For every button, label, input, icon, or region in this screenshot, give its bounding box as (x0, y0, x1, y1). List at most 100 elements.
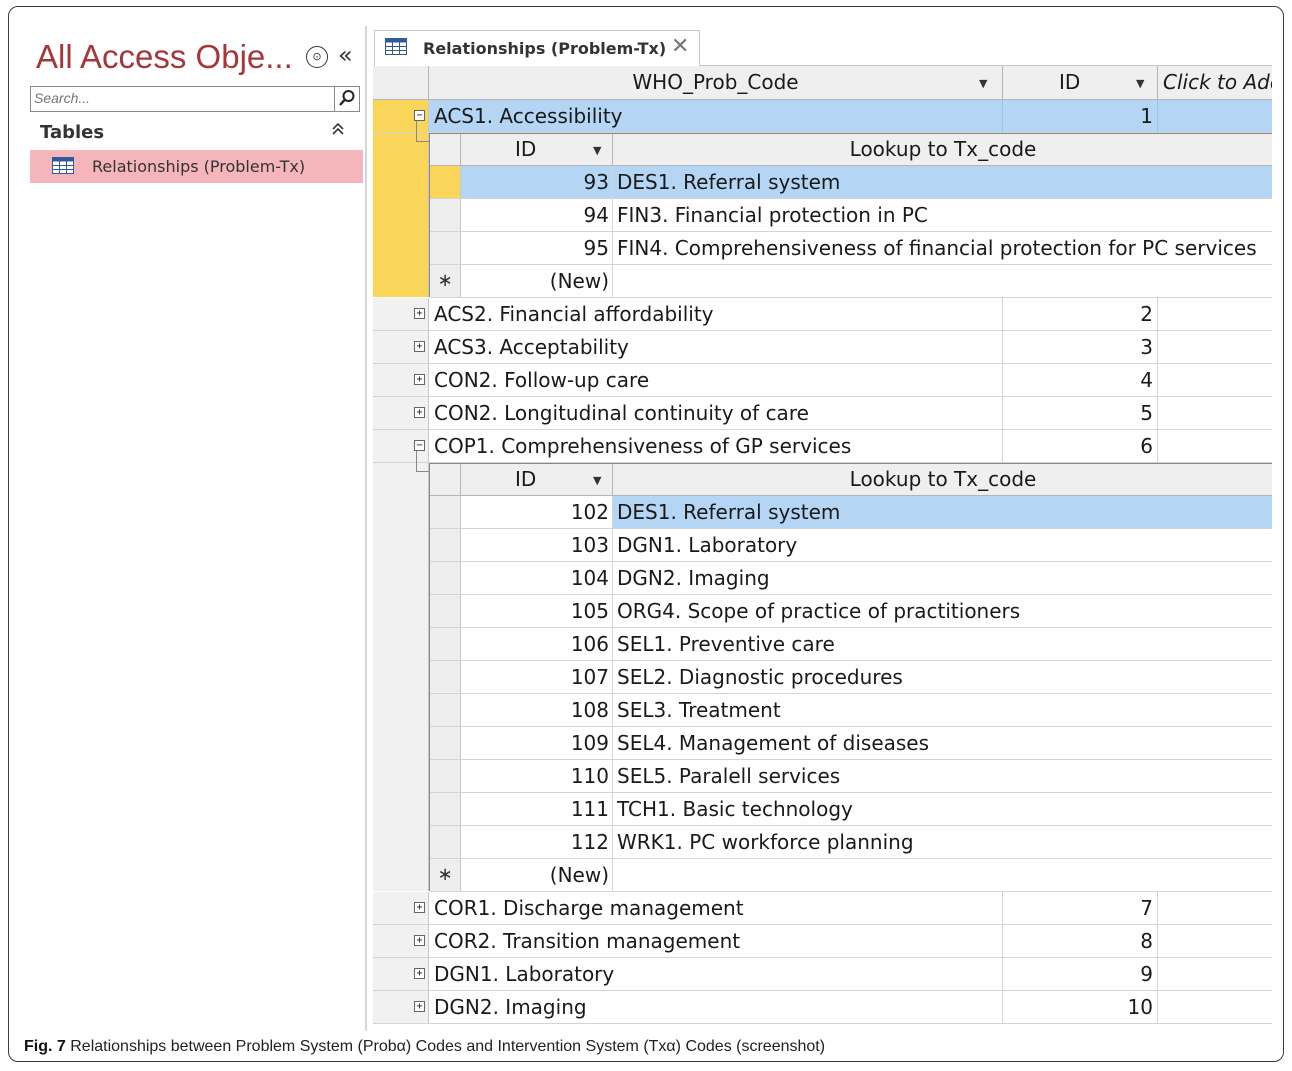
cell-lookup-tx-code[interactable]: DES1. Referral system (613, 166, 1272, 198)
nav-pane-title[interactable]: All Access Obje... (36, 38, 293, 76)
cell-who-prob-code[interactable]: + CON2. Follow-up care (414, 364, 1003, 396)
cell-sub-id[interactable]: 93 (461, 166, 613, 198)
record-selector[interactable] (430, 562, 461, 594)
record-selector[interactable] (430, 232, 461, 264)
subdatasheet-row[interactable]: 103 DGN1. Laboratory (430, 529, 1272, 562)
cell-sub-id[interactable]: (New) (461, 265, 613, 297)
cell-who-prob-code[interactable]: − ACS1. Accessibility (414, 100, 1003, 132)
table-row[interactable]: − COP1. Comprehensiveness of GP services 6 (373, 430, 1272, 463)
cell-sub-id[interactable]: 94 (461, 199, 613, 231)
column-header-who-prob-code[interactable]: WHO_Prob_Code ▼ (429, 66, 1003, 100)
sort-filter-dropdown-icon[interactable]: ▼ (979, 67, 987, 100)
close-tab-icon[interactable]: ✕ (671, 34, 689, 59)
cell-sub-id[interactable]: 95 (461, 232, 613, 264)
cell-lookup-tx-code[interactable]: SEL1. Preventive care (613, 628, 1272, 660)
cell-lookup-tx-code[interactable]: DGN1. Laboratory (613, 529, 1272, 561)
expand-row-icon[interactable]: + (414, 935, 425, 946)
record-selector[interactable] (430, 826, 461, 858)
column-header-lookup-tx-code[interactable]: Lookup to Tx_code (613, 464, 1272, 496)
subdatasheet-row[interactable]: 109 SEL4. Management of diseases (430, 727, 1272, 760)
column-header-sub-id[interactable]: ID ▼ (461, 134, 613, 166)
cell-lookup-tx-code[interactable]: SEL3. Treatment (613, 694, 1272, 726)
column-header-sub-id[interactable]: ID ▼ (461, 464, 613, 496)
cell-id[interactable]: 4 (1003, 364, 1158, 396)
pane-divider[interactable] (365, 26, 367, 1031)
cell-id[interactable]: 10 (1003, 991, 1158, 1023)
sort-filter-dropdown-icon[interactable]: ▼ (593, 465, 601, 496)
shutter-bar-collapse-icon[interactable]: « (338, 41, 353, 69)
cell-sub-id[interactable]: 112 (461, 826, 613, 858)
subdatasheet-row[interactable]: 108 SEL3. Treatment (430, 694, 1272, 727)
record-selector[interactable] (430, 760, 461, 792)
subdatasheet-row[interactable]: 107 SEL2. Diagnostic procedures (430, 661, 1272, 694)
subdatasheet-row[interactable]: 105 ORG4. Scope of practice of practition… (430, 595, 1272, 628)
subdatasheet-row[interactable]: 104 DGN2. Imaging (430, 562, 1272, 595)
cell-lookup-tx-code[interactable] (613, 859, 1272, 891)
new-record-row[interactable]: ∗ (New) (430, 859, 1272, 892)
collapse-row-icon[interactable]: − (414, 440, 425, 451)
cell-sub-id[interactable]: 105 (461, 595, 613, 627)
cell-sub-id[interactable]: 107 (461, 661, 613, 693)
search-button[interactable] (334, 87, 359, 111)
table-row[interactable]: + ACS3. Acceptability 3 (373, 331, 1272, 364)
select-all-corner[interactable] (373, 66, 429, 100)
select-all-corner[interactable] (430, 464, 461, 496)
table-row[interactable]: + DGN1. Laboratory 9 (373, 958, 1272, 991)
column-header-lookup-tx-code[interactable]: Lookup to Tx_code (613, 134, 1272, 166)
cell-who-prob-code[interactable]: − COP1. Comprehensiveness of GP services (414, 430, 1003, 462)
subdatasheet-row[interactable]: 106 SEL1. Preventive care (430, 628, 1272, 661)
expand-row-icon[interactable]: + (414, 1001, 425, 1012)
nav-item-relationships-table[interactable]: Relationships (Problem-Tx) (30, 150, 363, 183)
subdatasheet-row[interactable]: 102 DES1. Referral system (430, 496, 1272, 529)
expand-row-icon[interactable]: + (414, 902, 425, 913)
new-record-icon[interactable]: ∗ (430, 859, 461, 891)
subdatasheet-row[interactable]: 111 TCH1. Basic technology (430, 793, 1272, 826)
cell-sub-id[interactable]: 102 (461, 496, 613, 528)
table-row[interactable]: + COR2. Transition management 8 (373, 925, 1272, 958)
nav-search-input[interactable] (34, 90, 324, 106)
cell-who-prob-code[interactable]: + DGN2. Imaging (414, 991, 1003, 1023)
record-selector[interactable] (430, 529, 461, 561)
table-row[interactable]: + CON2. Follow-up care 4 (373, 364, 1272, 397)
cell-id[interactable]: 1 (1003, 100, 1158, 132)
cell-id[interactable]: 2 (1003, 298, 1158, 330)
cell-lookup-tx-code[interactable]: SEL4. Management of diseases (613, 727, 1272, 759)
collapse-group-icon[interactable] (331, 122, 345, 140)
subdatasheet[interactable]: ID ▼ Lookup to Tx_code 93 DES1. Referral sys… (429, 133, 1272, 298)
cell-sub-id[interactable]: 111 (461, 793, 613, 825)
table-row[interactable]: + ACS2. Financial affordability 2 (373, 298, 1272, 331)
cell-id[interactable]: 9 (1003, 958, 1158, 990)
cell-lookup-tx-code[interactable]: FIN4. Comprehensiveness of financial pro… (613, 232, 1272, 264)
cell-sub-id[interactable]: 109 (461, 727, 613, 759)
cell-id[interactable]: 8 (1003, 925, 1158, 957)
table-row[interactable]: − ACS1. Accessibility 1 (373, 100, 1272, 133)
record-selector[interactable] (430, 166, 461, 198)
subdatasheet-row[interactable]: 95 FIN4. Comprehensiveness of financial p… (430, 232, 1272, 265)
expand-row-icon[interactable]: + (414, 374, 425, 385)
cell-sub-id[interactable]: 106 (461, 628, 613, 660)
table-row[interactable]: + COR1. Discharge management 7 (373, 892, 1272, 925)
cell-lookup-tx-code[interactable]: SEL5. Paralell services (613, 760, 1272, 792)
cell-id[interactable]: 6 (1003, 430, 1158, 462)
subdatasheet-row[interactable]: 93 DES1. Referral system (430, 166, 1272, 199)
record-selector[interactable] (430, 595, 461, 627)
cell-sub-id[interactable]: 110 (461, 760, 613, 792)
cell-sub-id[interactable]: 108 (461, 694, 613, 726)
new-record-row[interactable]: ∗ (New) (430, 265, 1272, 298)
expand-row-icon[interactable]: + (414, 407, 425, 418)
table-row[interactable]: + CON2. Longitudinal continuity of care 5 (373, 397, 1272, 430)
cell-lookup-tx-code[interactable]: DES1. Referral system (613, 496, 1272, 528)
record-selector[interactable] (430, 628, 461, 660)
cell-sub-id[interactable]: (New) (461, 859, 613, 891)
record-selector[interactable] (430, 694, 461, 726)
column-header-click-to-add[interactable]: Click to Add (1158, 66, 1272, 100)
cell-lookup-tx-code[interactable]: TCH1. Basic technology (613, 793, 1272, 825)
tab-relationships[interactable]: Relationships (Problem-Tx) ✕ (374, 30, 700, 66)
cell-sub-id[interactable]: 104 (461, 562, 613, 594)
new-record-icon[interactable]: ∗ (430, 265, 461, 297)
collapse-row-icon[interactable]: − (414, 110, 425, 121)
cell-who-prob-code[interactable]: + CON2. Longitudinal continuity of care (414, 397, 1003, 429)
nav-search-box[interactable] (30, 86, 360, 112)
select-all-corner[interactable] (430, 134, 461, 166)
sort-filter-dropdown-icon[interactable]: ▼ (1136, 67, 1144, 100)
